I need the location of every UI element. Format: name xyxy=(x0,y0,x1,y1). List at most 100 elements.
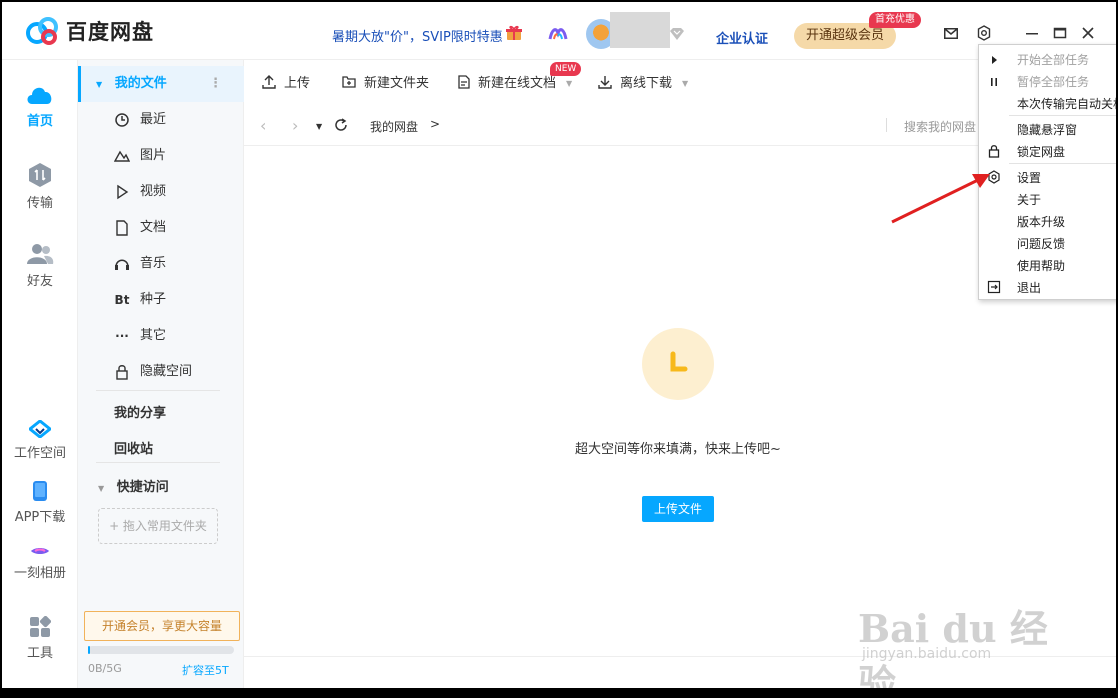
sidebar-item-hidden-space[interactable]: 隐藏空间 xyxy=(114,354,192,390)
sidebar-my-files[interactable]: ▼ 我的文件 ⋮ xyxy=(78,66,244,102)
rail-label-app-download: APP下载 xyxy=(14,510,66,525)
pause-icon xyxy=(991,78,997,86)
rail-item-app-download[interactable]: APP下载 xyxy=(2,480,78,525)
menu-item-lock[interactable]: 锁定网盘 xyxy=(1017,143,1065,160)
title-bar: 百度网盘 暑期大放"价"，SVIP限时特惠 企业认证 开通超级会员 首充优惠 xyxy=(2,2,1116,60)
storage-used-text: 0B/5G xyxy=(88,662,122,675)
baidu-jingyan-watermark: Bai du 经验 jingyan.baidu.com xyxy=(858,598,1078,688)
upload-file-button[interactable]: 上传文件 xyxy=(642,496,714,522)
menu-item-settings[interactable]: 设置 xyxy=(1017,169,1041,186)
sidebar-item-videos[interactable]: 视频 xyxy=(114,174,166,210)
app-window: 百度网盘 暑期大放"价"，SVIP限时特惠 企业认证 开通超级会员 首充优惠 首… xyxy=(2,2,1116,688)
enterprise-verify-link[interactable]: 企业认证 xyxy=(716,28,768,47)
forward-icon[interactable]: › xyxy=(292,116,298,135)
menu-item-exit[interactable]: 退出 xyxy=(1017,279,1041,296)
offline-download-label: 离线下载 xyxy=(620,76,673,91)
play-icon xyxy=(992,56,997,64)
menu-separator xyxy=(1009,115,1116,116)
expand-storage-link[interactable]: 扩容至5T xyxy=(182,662,229,678)
rail-label-tools: 工具 xyxy=(26,646,53,661)
refresh-icon[interactable] xyxy=(334,118,348,132)
menu-item-about[interactable]: 关于 xyxy=(1017,191,1041,208)
minimize-icon[interactable] xyxy=(1024,25,1040,41)
caret-down-icon[interactable]: ▼ xyxy=(566,79,572,88)
quick-access-drop-zone[interactable]: + 拖入常用文件夹 xyxy=(98,508,218,544)
promo-link[interactable]: 暑期大放"价"，SVIP限时特惠 xyxy=(332,26,503,45)
vip-diamond-icon[interactable] xyxy=(670,28,684,40)
menu-item-auto-shutdown[interactable]: 本次传输完自动关机 xyxy=(1017,95,1116,112)
offline-download-button[interactable]: 离线下载 xyxy=(598,72,672,91)
new-online-doc-label: 新建在线文档 xyxy=(478,76,557,91)
sidebar-item-images[interactable]: 图片 xyxy=(114,138,166,174)
app-title: 百度网盘 xyxy=(66,20,154,44)
more-vertical-icon[interactable]: ⋮ xyxy=(209,66,222,102)
rail-item-album[interactable]: 一刻相册 xyxy=(2,544,78,581)
rail-item-home[interactable]: 首页 xyxy=(2,82,78,129)
sidebar-item-recent[interactable]: 最近 xyxy=(114,102,166,138)
sidebar-quick-access[interactable]: ▼ 快捷访问 xyxy=(98,476,169,495)
search-input[interactable]: 搜索我的网盘 xyxy=(904,118,976,135)
divider xyxy=(886,118,887,132)
sidebar-item-documents[interactable]: 文档 xyxy=(114,210,166,246)
first-charge-badge: 首充优惠 xyxy=(869,12,921,28)
maximize-icon[interactable] xyxy=(1052,25,1068,41)
sidebar-item-music[interactable]: 音乐 xyxy=(114,246,166,282)
rail-label-friends: 好友 xyxy=(26,274,53,289)
ai-icon[interactable] xyxy=(548,25,568,41)
new-folder-label: 新建文件夹 xyxy=(364,76,430,91)
exit-icon xyxy=(987,280,1001,294)
rail-item-friends[interactable]: 好友 xyxy=(2,242,78,289)
vip-promo-button[interactable]: 开通会员，享更大容量 xyxy=(84,611,240,641)
menu-item-start-all[interactable]: 开始全部任务 xyxy=(1017,51,1089,68)
sidebar-item-label: 隐藏空间 xyxy=(140,364,193,379)
rail-label-workspace: 工作空间 xyxy=(13,446,66,461)
watermark-sub: jingyan.baidu.com xyxy=(862,646,992,662)
rail-label-home: 首页 xyxy=(26,114,53,129)
sidebar-item-label: 图片 xyxy=(140,148,167,163)
sidebar-item-label: 文档 xyxy=(140,220,167,235)
gift-icon[interactable] xyxy=(506,25,522,41)
empty-state-clock-icon xyxy=(642,328,714,400)
new-folder-button[interactable]: 新建文件夹 xyxy=(342,72,429,91)
storage-progress-fill xyxy=(88,646,90,654)
username-blurred[interactable] xyxy=(610,12,670,48)
history-caret-icon[interactable]: ▼ xyxy=(316,122,322,131)
sidebar-item-label: 最近 xyxy=(140,112,167,127)
menu-item-help[interactable]: 使用帮助 xyxy=(1017,257,1065,274)
mail-icon[interactable] xyxy=(944,28,958,39)
bt-icon: Bt xyxy=(114,293,130,307)
sidebar-recycle-bin[interactable]: 回收站 xyxy=(114,438,153,457)
more-icon: ··· xyxy=(115,329,129,343)
back-icon[interactable]: ‹ xyxy=(260,116,266,135)
sidebar-item-other[interactable]: ··· 其它 xyxy=(114,318,166,354)
quick-access-label: 快捷访问 xyxy=(116,480,169,495)
menu-item-hide-float[interactable]: 隐藏悬浮窗 xyxy=(1017,121,1077,138)
breadcrumb-root[interactable]: 我的网盘 xyxy=(370,118,418,135)
caret-down-icon: ▼ xyxy=(96,80,103,89)
rail-item-tools[interactable]: 工具 xyxy=(2,616,78,661)
headphones-icon xyxy=(115,259,129,270)
rail-item-workspace[interactable]: 工作空间 xyxy=(2,420,78,461)
download-icon xyxy=(598,75,612,89)
caret-down-icon[interactable]: ▼ xyxy=(682,79,688,88)
new-folder-icon xyxy=(342,76,356,88)
watermark-main: Bai du 经验 xyxy=(858,606,1048,688)
sidebar-my-files-label: 我的文件 xyxy=(114,76,167,91)
gear-icon[interactable] xyxy=(976,25,992,41)
menu-item-upgrade[interactable]: 版本升级 xyxy=(1017,213,1065,230)
close-icon[interactable] xyxy=(1080,25,1096,41)
app-logo[interactable]: 百度网盘 xyxy=(24,16,154,46)
menu-item-feedback[interactable]: 问题反馈 xyxy=(1017,235,1065,252)
annotation-arrow-icon xyxy=(891,174,990,224)
friends-icon xyxy=(27,244,54,264)
storage-progress-bar xyxy=(88,646,234,654)
menu-item-pause-all[interactable]: 暂停全部任务 xyxy=(1017,73,1089,90)
sidebar-item-torrents[interactable]: Bt 种子 xyxy=(114,282,166,318)
breadcrumb-separator: > xyxy=(430,117,441,131)
sidebar-my-share[interactable]: 我的分享 xyxy=(114,402,166,421)
play-icon xyxy=(117,184,129,200)
rail-item-transfer[interactable]: 传输 xyxy=(2,162,78,211)
new-online-doc-button[interactable]: 新建在线文档 xyxy=(458,72,556,91)
upload-button[interactable]: 上传 xyxy=(262,72,310,91)
tools-icon xyxy=(30,616,51,637)
